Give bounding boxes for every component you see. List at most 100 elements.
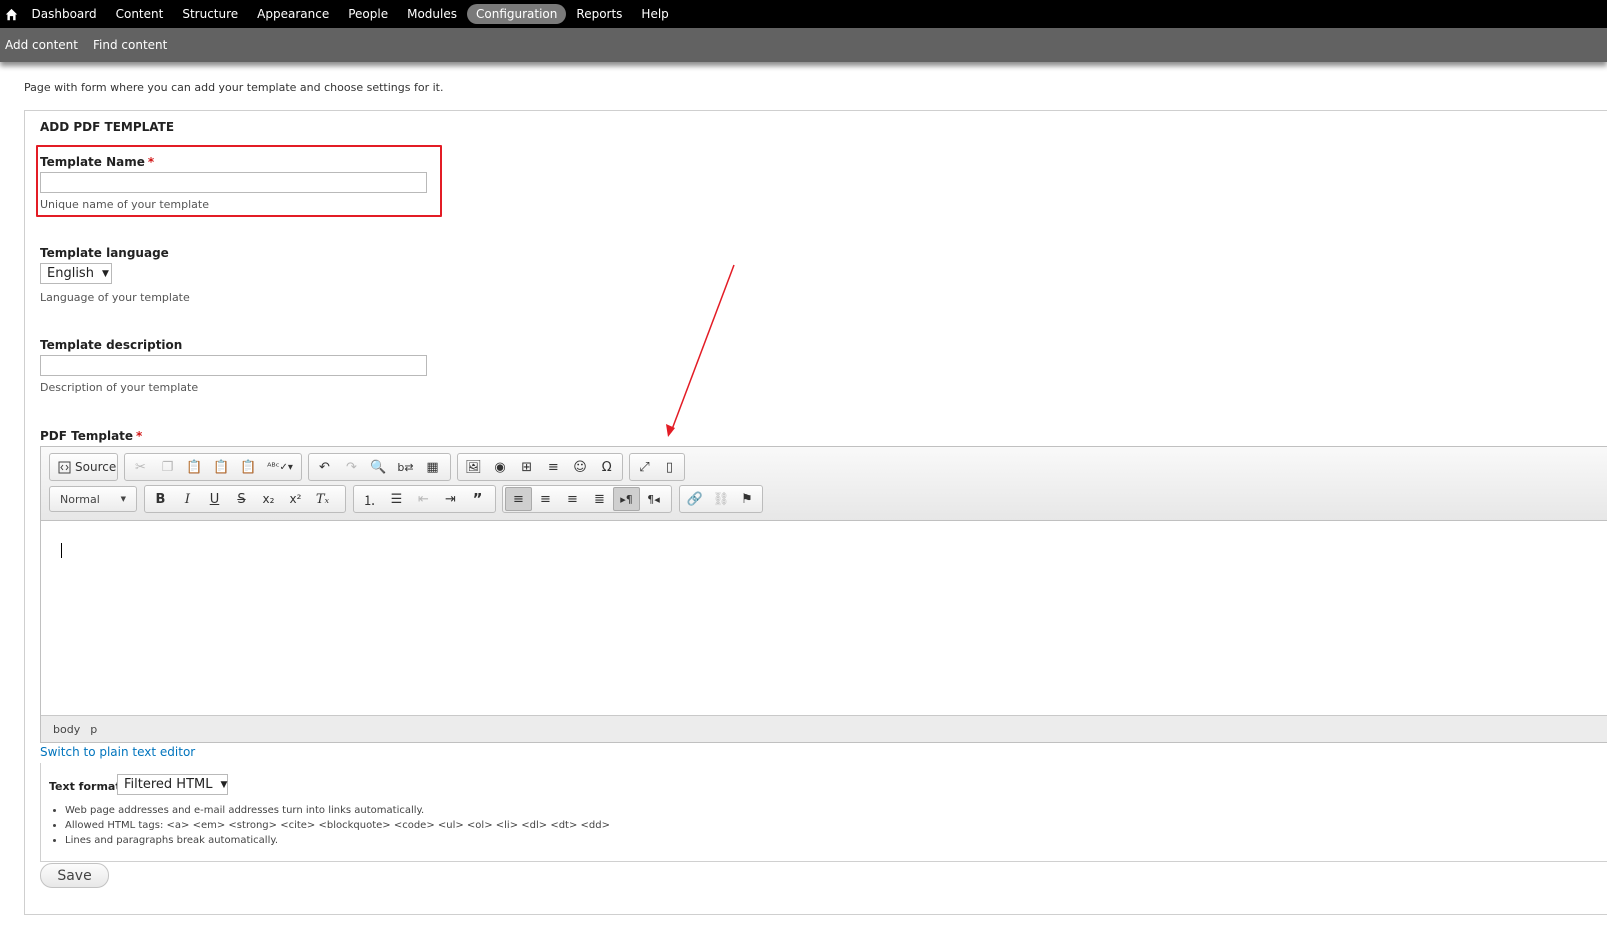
- replace-icon[interactable]: b⇄: [392, 455, 419, 479]
- toolbar-group-links: 🔗 ⛓ ⚑: [679, 485, 763, 513]
- select-all-icon[interactable]: ▦: [419, 455, 446, 479]
- shortcut-find-content[interactable]: Find content: [88, 38, 172, 52]
- shortcut-add-content[interactable]: Add content: [0, 38, 83, 52]
- tip-item: Web page addresses and e-mail addresses …: [65, 803, 610, 818]
- menu-help[interactable]: Help: [632, 4, 677, 24]
- template-description-input[interactable]: [40, 355, 427, 376]
- find-icon[interactable]: 🔍: [365, 455, 392, 479]
- blockquote-icon[interactable]: ”: [464, 487, 491, 511]
- template-name-label-text: Template Name: [40, 155, 145, 169]
- paste-text-icon[interactable]: 📋: [208, 455, 235, 479]
- path-p[interactable]: p: [85, 723, 102, 736]
- chevron-down-icon: ▼: [120, 495, 126, 503]
- copy-icon[interactable]: ❐: [154, 455, 181, 479]
- text-format-wrapper: Text format Filtered HTML ▼ Web page add…: [40, 763, 1607, 862]
- source-button[interactable]: Source: [52, 455, 122, 479]
- save-button[interactable]: Save: [40, 863, 109, 888]
- required-marker: *: [147, 155, 155, 169]
- table-icon[interactable]: ⊞: [513, 455, 540, 479]
- menu-people[interactable]: People: [339, 4, 397, 24]
- template-name-input[interactable]: [40, 172, 427, 193]
- numbered-list-icon[interactable]: ⒈: [356, 487, 383, 511]
- unlink-icon[interactable]: ⛓: [708, 487, 734, 511]
- toolbar-group-align: ≡ ≡ ≡ ≣ ▸¶ ¶◂: [502, 485, 672, 513]
- rtl-icon[interactable]: ¶◂: [640, 487, 667, 511]
- superscript-icon[interactable]: x²: [282, 487, 309, 511]
- paste-icon[interactable]: 📋: [181, 455, 208, 479]
- toolbar-group-lists: ⒈ ☰ ⇤ ⇥ ”: [353, 485, 496, 513]
- text-format-select[interactable]: Filtered HTML ▼: [117, 774, 228, 795]
- tip-item: Allowed HTML tags: <a> <em> <strong> <ci…: [65, 818, 610, 833]
- bold-icon[interactable]: B: [147, 487, 174, 511]
- align-left-icon[interactable]: ≡: [505, 487, 532, 511]
- rich-text-editor: Source ✂ ❐ 📋 📋 📋 ᴬᴮᶜ✓▾ ↶ ↷ 🔍 b⇄ ▦ 🖼 ◉ ⊞ …: [40, 446, 1607, 743]
- ltr-icon[interactable]: ▸¶: [613, 487, 640, 511]
- source-icon: [58, 461, 71, 473]
- text-format-value: Filtered HTML: [124, 777, 213, 792]
- toolbar-group-source: Source: [49, 453, 118, 481]
- admin-toolbar: Dashboard Content Structure Appearance P…: [0, 0, 1607, 28]
- bulleted-list-icon[interactable]: ☰: [383, 487, 410, 511]
- template-name-label: Template Name *: [40, 155, 154, 169]
- outdent-icon[interactable]: ⇤: [410, 487, 437, 511]
- text-cursor: [61, 543, 62, 558]
- editor-toolbar: Source ✂ ❐ 📋 📋 📋 ᴬᴮᶜ✓▾ ↶ ↷ 🔍 b⇄ ▦ 🖼 ◉ ⊞ …: [41, 447, 1607, 521]
- smiley-icon[interactable]: ☺: [567, 455, 594, 479]
- subscript-icon[interactable]: x₂: [255, 487, 282, 511]
- redo-icon[interactable]: ↷: [338, 455, 365, 479]
- home-link[interactable]: [0, 0, 22, 28]
- pdf-template-label-text: PDF Template: [40, 429, 134, 443]
- page-intro: Page with form where you can add your te…: [24, 81, 444, 94]
- template-language-select[interactable]: English ▼: [40, 263, 112, 284]
- image-icon[interactable]: 🖼: [460, 455, 487, 479]
- menu-modules[interactable]: Modules: [398, 4, 466, 24]
- switch-plain-text-link[interactable]: Switch to plain text editor: [40, 745, 195, 759]
- italic-icon[interactable]: I: [174, 487, 201, 511]
- path-body[interactable]: body: [48, 723, 85, 736]
- home-icon: [5, 8, 17, 20]
- flash-icon[interactable]: ◉: [487, 455, 514, 479]
- template-description-label: Template description: [40, 338, 183, 352]
- template-description-description: Description of your template: [40, 381, 199, 394]
- spellcheck-icon[interactable]: ᴬᴮᶜ✓▾: [262, 455, 298, 479]
- add-pdf-template-form: ADD PDF TEMPLATE Template Name * Unique n…: [24, 110, 1607, 915]
- indent-icon[interactable]: ⇥: [437, 487, 464, 511]
- justify-icon[interactable]: ≣: [586, 487, 613, 511]
- maximize-icon[interactable]: ⤢: [632, 455, 657, 479]
- menu-content[interactable]: Content: [107, 4, 173, 24]
- menu-dashboard[interactable]: Dashboard: [23, 4, 106, 24]
- menu-configuration[interactable]: Configuration: [467, 4, 567, 24]
- text-format-label: Text format: [49, 780, 121, 793]
- menu-reports[interactable]: Reports: [567, 4, 631, 24]
- editor-content-area[interactable]: [41, 521, 1607, 717]
- horizontal-rule-icon[interactable]: ≡: [540, 455, 567, 479]
- link-icon[interactable]: 🔗: [682, 487, 708, 511]
- toolbar-group-clipboard: ✂ ❐ 📋 📋 📋 ᴬᴮᶜ✓▾: [124, 453, 302, 481]
- cut-icon[interactable]: ✂: [127, 455, 154, 479]
- align-right-icon[interactable]: ≡: [559, 487, 586, 511]
- undo-icon[interactable]: ↶: [311, 455, 338, 479]
- special-char-icon[interactable]: Ω: [593, 455, 620, 479]
- menu-appearance[interactable]: Appearance: [248, 4, 338, 24]
- editor-element-path: body p: [41, 715, 1607, 742]
- strikethrough-icon[interactable]: S: [228, 487, 255, 511]
- toolbar-group-insert: 🖼 ◉ ⊞ ≡ ☺ Ω: [457, 453, 623, 481]
- format-combo[interactable]: Normal ▼: [49, 486, 137, 512]
- chevron-down-icon: ▼: [101, 268, 109, 279]
- tip-item: Lines and paragraphs break automatically…: [65, 833, 610, 848]
- align-center-icon[interactable]: ≡: [532, 487, 559, 511]
- chevron-down-icon: ▼: [220, 779, 228, 790]
- shortcut-bar: Add content Find content: [0, 28, 1607, 62]
- remove-format-icon[interactable]: Tₓ: [309, 487, 336, 511]
- underline-icon[interactable]: U: [201, 487, 228, 511]
- pdf-template-label: PDF Template *: [40, 429, 142, 443]
- template-name-description: Unique name of your template: [40, 198, 209, 211]
- show-blocks-icon[interactable]: ▯: [657, 455, 682, 479]
- anchor-icon[interactable]: ⚑: [734, 487, 760, 511]
- template-language-description: Language of your template: [40, 291, 190, 304]
- template-language-label: Template language: [40, 246, 169, 260]
- toolbar-group-view: ⤢ ▯: [629, 453, 685, 481]
- form-title: ADD PDF TEMPLATE: [40, 120, 175, 134]
- menu-structure[interactable]: Structure: [173, 4, 247, 24]
- paste-word-icon[interactable]: 📋: [235, 455, 262, 479]
